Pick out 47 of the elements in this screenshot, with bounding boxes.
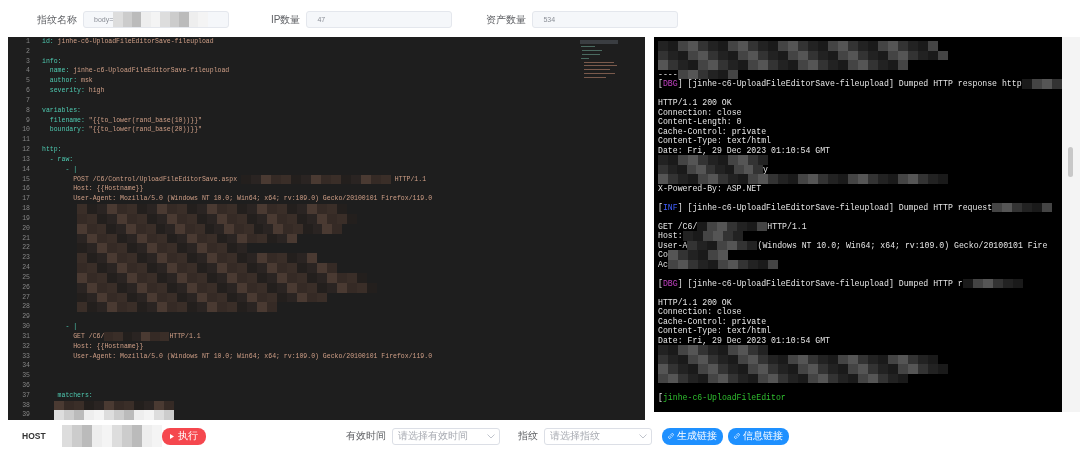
field-label: IP数量 bbox=[271, 12, 301, 27]
select-field[interactable]: 请选择有效时间 bbox=[391, 427, 500, 445]
select-field[interactable]: 请选择指纹 bbox=[543, 427, 652, 445]
console-line: HTTP/1.1 200 OK bbox=[658, 98, 732, 108]
scrollbar-thumb[interactable] bbox=[1068, 147, 1073, 177]
console-line: [jinhe-c6-UploadFileEditor bbox=[658, 392, 786, 402]
console-line: Date: Fri, 29 Dec 2023 01:10:54 GMT bbox=[658, 145, 830, 155]
field-label: 指纹名称 bbox=[37, 12, 77, 27]
console-line: [DBG] [jinhe-c6-UploadFileEditorSave-fileupload] Dumped HTTP r bbox=[658, 278, 1023, 288]
host-label: HOST bbox=[22, 431, 46, 441]
link-icon bbox=[733, 433, 740, 439]
field-label: 有效时间 bbox=[345, 429, 386, 443]
console-line: User-A (Windows NT 10.0; Win64; x64; rv:109.0) Gecko/20100101 Fire bbox=[658, 240, 1048, 250]
link-button[interactable]: 信息链接 bbox=[727, 427, 789, 445]
console-line: Connection: close bbox=[658, 307, 742, 317]
console-line: Content-Type: text/html bbox=[658, 136, 771, 146]
mosaic-redaction bbox=[697, 221, 768, 231]
console-line: Connection: close bbox=[658, 107, 742, 117]
mosaic-redaction bbox=[687, 240, 758, 250]
console-line: Cache-Control: private bbox=[658, 316, 767, 326]
console-line: Co bbox=[658, 250, 728, 260]
console-line: Content-Length: 0 bbox=[658, 117, 742, 127]
console-line: Date: Fri, 29 Dec 2023 01:10:54 GMT bbox=[658, 335, 830, 345]
console-line: ---- bbox=[658, 69, 738, 79]
mosaic-redaction bbox=[682, 231, 743, 241]
console-line: X-Powered-By: ASP.NET bbox=[658, 183, 762, 193]
field-label: 指纹 bbox=[517, 429, 538, 443]
mosaic-redaction bbox=[992, 202, 1053, 212]
chevron-down-icon bbox=[486, 433, 495, 439]
console-line: [DBG] [jinhe-c6-UploadFileEditorSave-fileupload] Dumped HTTP response http bbox=[658, 79, 1062, 89]
link-button[interactable]: 生成链接 bbox=[661, 427, 723, 445]
play-icon bbox=[169, 433, 174, 439]
console-line: Ac bbox=[658, 259, 778, 269]
minimap-drawing bbox=[580, 40, 618, 80]
field-label: 资产数量 bbox=[486, 12, 527, 27]
run-button[interactable]: 执行 bbox=[161, 427, 206, 445]
console-line: GET /C6/ HTTP/1.1 bbox=[658, 221, 807, 231]
mosaic-redaction bbox=[104, 332, 170, 342]
console-line: Content-Type: text/html bbox=[658, 326, 771, 336]
console-line: Host: bbox=[658, 231, 743, 241]
console-line: y bbox=[658, 164, 768, 174]
console-line: [INF] [jinhe-c6-UploadFileEditorSave-fileupload] Dumped HTTP request bbox=[658, 202, 1053, 212]
mosaic-redaction bbox=[962, 278, 1023, 288]
link-icon bbox=[667, 433, 674, 439]
chevron-down-icon bbox=[638, 433, 647, 439]
console-line: Cache-Control: private bbox=[658, 126, 767, 136]
console-line: HTTP/1.1 200 OK bbox=[658, 297, 732, 307]
